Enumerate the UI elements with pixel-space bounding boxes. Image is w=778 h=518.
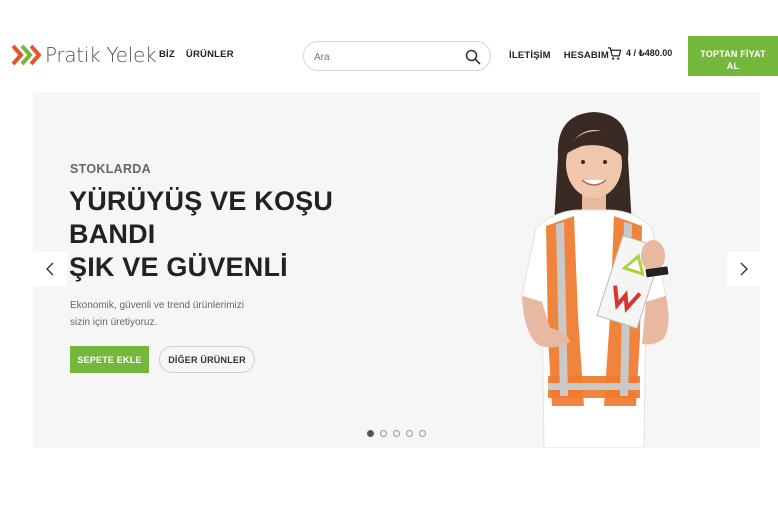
description-line: Ekonomik, güvenli ve trend ürünlerimizi [70,300,244,311]
wholesale-price-button[interactable]: TOPTAN FİYAT AL [688,36,778,76]
site-header: Pratik Yelek BİZ ÜRÜNLER İLETİŞİM HESABI… [0,30,778,82]
nav-urunler[interactable]: ÜRÜNLER [186,49,234,60]
next-slide-button[interactable] [727,252,760,286]
description-line: sizin için üretiyoruz. [70,317,158,328]
headline-line: BANDI [69,219,156,249]
cta-line-1: TOPTAN FİYAT [700,49,766,59]
other-products-button[interactable]: DİĞER ÜRÜNLER [159,346,255,373]
secondary-nav: İLETİŞİM HESABIM [509,50,609,61]
slider-pagination [367,430,426,437]
headline-line: YÜRÜYÜŞ VE KOŞU [69,186,334,216]
prev-slide-button[interactable] [33,252,67,286]
nav-hesabim[interactable]: HESABIM [564,50,609,61]
search-input[interactable] [314,48,454,66]
slide-dot-1[interactable] [367,430,374,437]
hero-description: Ekonomik, güvenli ve trend ürünlerimizi … [70,297,270,331]
chevron-left-icon [46,262,54,276]
hero-headline: YÜRÜYÜŞ VE KOŞU BANDI ŞIK VE GÜVENLİ [69,185,369,284]
slide-dot-3[interactable] [393,430,400,437]
nav-iletisim[interactable]: İLETİŞİM [509,50,551,61]
primary-nav: BİZ ÜRÜNLER [159,49,234,60]
chevron-right-icon [740,262,748,276]
headline-line: ŞIK VE GÜVENLİ [69,252,288,282]
cta-line-2: AL [726,61,740,71]
slide-dot-2[interactable] [380,430,387,437]
cart-summary: 4 / ₺480.00 [626,48,673,58]
hero-eyebrow: STOKLARDA [70,162,151,176]
search-icon[interactable] [465,49,481,65]
logo-mark-icon [11,44,41,66]
logo-text: Pratik Yelek [45,43,157,67]
hero-slider: STOKLARDA YÜRÜYÜŞ VE KOŞU BANDI ŞIK VE G… [33,92,760,448]
cart-link[interactable]: 4 / ₺480.00 [607,46,672,61]
add-to-cart-button[interactable]: SEPETE EKLE [70,346,149,373]
slide-dot-5[interactable] [419,430,426,437]
search-box [303,41,491,71]
nav-biz[interactable]: BİZ [159,49,175,60]
product-model-image [521,112,669,448]
cart-icon [607,47,622,60]
slide-dot-4[interactable] [406,430,413,437]
logo[interactable]: Pratik Yelek [11,42,157,68]
